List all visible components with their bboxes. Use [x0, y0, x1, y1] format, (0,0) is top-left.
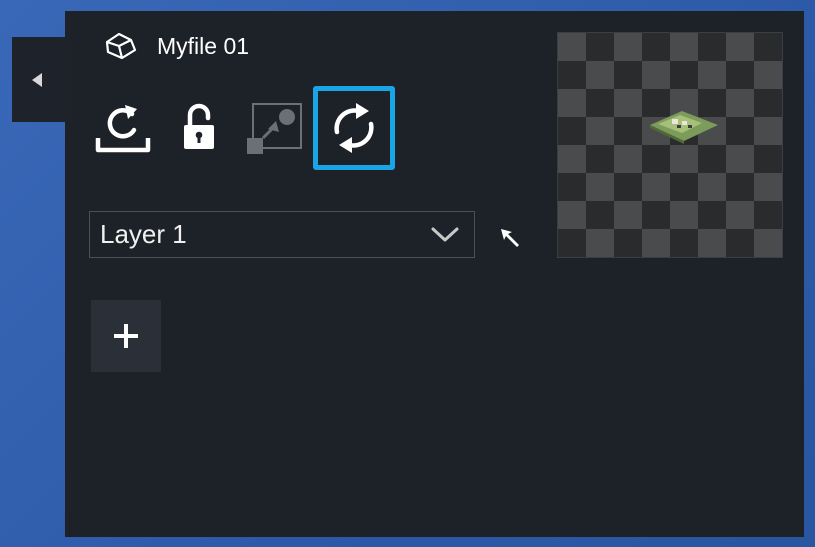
select-tool-button[interactable]	[495, 223, 525, 253]
plus-icon	[114, 324, 138, 348]
cube-outline-icon	[105, 31, 139, 61]
file-header: Myfile 01	[105, 31, 249, 61]
file-name: Myfile 01	[157, 32, 250, 59]
resize-object-button[interactable]	[239, 89, 311, 167]
lock-toggle-button[interactable]	[163, 89, 235, 167]
resize-object-icon	[247, 103, 302, 154]
chevron-down-icon	[431, 227, 459, 241]
preview-thumbnail	[557, 32, 783, 258]
pointer-arrow-icon	[501, 229, 519, 247]
collapse-panel-button[interactable]	[12, 37, 66, 122]
unlock-icon	[184, 103, 214, 149]
layer-panel: Myfile 01 Layer 1	[65, 11, 804, 537]
reload-button[interactable]	[87, 89, 159, 167]
refresh-upload-icon	[95, 105, 151, 153]
triangle-left-icon	[32, 72, 42, 87]
map-thumbnail	[650, 111, 718, 144]
sync-icon	[334, 103, 374, 153]
sync-button[interactable]	[313, 86, 395, 170]
layer-select[interactable]: Layer 1	[89, 211, 475, 258]
add-layer-button[interactable]	[91, 300, 161, 372]
layer-select-value: Layer 1	[100, 219, 187, 249]
